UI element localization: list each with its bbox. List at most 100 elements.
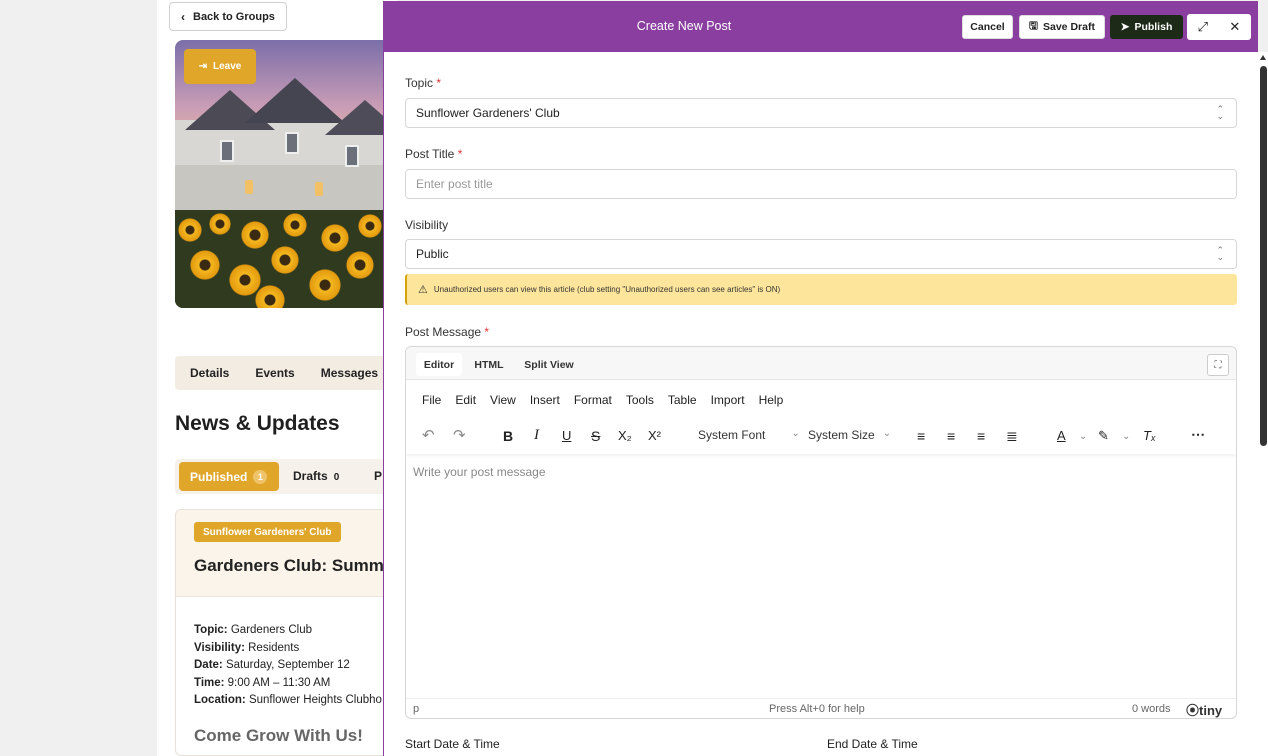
expand-icon[interactable]: ⤢	[1198, 19, 1208, 35]
scroll-up-arrow-icon[interactable]	[1260, 55, 1266, 60]
superscript-icon[interactable]: X²	[648, 428, 661, 443]
font-family-select[interactable]: System Font ⌄	[698, 428, 800, 442]
topic-field-label: Topic *	[405, 76, 441, 90]
visibility-select[interactable]: Public ⌃ ⌄	[405, 239, 1237, 269]
editor-content-area[interactable]: Write your post message	[413, 465, 546, 479]
window-shape	[285, 132, 299, 154]
visibility-label: Visibility	[405, 218, 449, 232]
sign-out-icon: ⇥	[198, 61, 208, 72]
required-asterisk: *	[436, 76, 442, 90]
tab-split-view[interactable]: Split View	[518, 353, 580, 376]
meta-topic-label: Topic:	[194, 624, 228, 636]
editor-toolbar: ↶ ↷ B I U S X₂ X² System Font ⌄ System Si…	[406, 418, 1236, 454]
window-shape	[220, 140, 234, 162]
window-shape	[345, 145, 359, 167]
text-color-icon[interactable]: A	[1057, 428, 1066, 443]
fullscreen-icon[interactable]: ⛶	[1207, 354, 1229, 376]
post-card-header: Sunflower Gardeners' Club Gardeners Club…	[176, 510, 389, 597]
save-draft-button[interactable]: 🖫 Save Draft	[1019, 15, 1105, 39]
lamp-glow	[245, 180, 253, 194]
topic-select[interactable]: Sunflower Gardeners' Club ⌃ ⌄	[405, 98, 1237, 128]
back-to-groups-button[interactable]: ‹ Back to Groups	[169, 2, 287, 31]
menu-table[interactable]: Table	[668, 393, 697, 407]
publish-button[interactable]: ➤ Publish	[1110, 15, 1183, 39]
tab-details[interactable]: Details	[190, 366, 229, 380]
underline-icon[interactable]: U	[562, 428, 571, 443]
menu-help[interactable]: Help	[759, 393, 784, 407]
scroll-thumb[interactable]	[1260, 66, 1267, 446]
leave-button[interactable]: ⇥ Leave	[184, 49, 256, 84]
close-icon[interactable]: ✕	[1229, 19, 1240, 35]
align-left-icon[interactable]: ≡	[917, 428, 925, 444]
leave-label: Leave	[213, 61, 242, 72]
required-asterisk: *	[484, 325, 490, 339]
modal-scrollbar[interactable]	[1258, 52, 1268, 756]
menu-view[interactable]: View	[490, 393, 516, 407]
clear-formatting-icon[interactable]: Tₓ	[1143, 428, 1156, 443]
align-justify-icon[interactable]: ≣	[1006, 428, 1018, 445]
menu-file[interactable]: File	[422, 393, 441, 407]
word-count[interactable]: 0 words	[1132, 703, 1171, 715]
chevron-down-icon: ⌄	[882, 428, 892, 439]
group-tabs: Details Events Messages	[175, 356, 390, 390]
menu-edit[interactable]: Edit	[455, 393, 476, 407]
meta-time-label: Time:	[194, 676, 225, 689]
align-right-icon[interactable]: ≡	[977, 428, 985, 444]
chevron-down-icon[interactable]: ⌄	[1122, 431, 1130, 442]
post-title-label: Post Title	[405, 147, 455, 161]
strikethrough-icon[interactable]: S	[591, 428, 600, 444]
font-size-select[interactable]: System Size ⌄	[808, 428, 891, 442]
news-heading: News & Updates	[175, 412, 340, 435]
meta-location-label: Location:	[194, 694, 246, 707]
bold-icon[interactable]: B	[503, 428, 513, 444]
start-date-label: Start Date & Time	[405, 737, 500, 751]
chevron-down-icon[interactable]: ⌄	[1079, 431, 1087, 442]
tab-html[interactable]: HTML	[468, 353, 510, 376]
tab-editor[interactable]: Editor	[416, 353, 462, 376]
rich-text-editor: Editor HTML Split View ⛶ File Edit View …	[405, 346, 1237, 719]
meta-visibility-value: Residents	[244, 641, 300, 654]
more-options-icon[interactable]: ⋯	[1191, 426, 1205, 443]
subscript-icon[interactable]: X₂	[618, 428, 632, 443]
post-message-label: Post Message	[405, 325, 482, 339]
tab-published[interactable]: Published 1	[179, 462, 279, 491]
modal-header: Create New Post Cancel 🖫 Save Draft ➤ Pu…	[384, 1, 1258, 52]
menu-tools[interactable]: Tools	[626, 393, 654, 407]
published-count-badge: 1	[253, 469, 268, 484]
editor-statusbar: p Press Alt+0 for help 0 words ⦿tiny	[406, 698, 1236, 718]
post-card[interactable]: Sunflower Gardeners' Club Gardeners Club…	[175, 509, 390, 756]
tiny-logo[interactable]: ⦿tiny	[1186, 700, 1223, 718]
menu-insert[interactable]: Insert	[530, 393, 560, 407]
meta-date-value: Saturday, September 12	[222, 659, 350, 672]
menu-format[interactable]: Format	[574, 393, 612, 407]
chevron-left-icon: ‹	[181, 9, 185, 24]
cancel-button[interactable]: Cancel	[962, 15, 1013, 39]
tab-messages[interactable]: Messages	[321, 366, 378, 380]
modal-title: Create New Post	[636, 19, 732, 33]
menu-import[interactable]: Import	[711, 393, 745, 407]
topic-value: Sunflower Gardeners' Club	[416, 106, 560, 120]
align-center-icon[interactable]: ≡	[947, 428, 955, 444]
published-label: Published	[190, 469, 248, 484]
tiny-brand-text: tiny	[1199, 703, 1223, 718]
end-date-label: End Date & Time	[827, 737, 918, 751]
chevron-down-icon: ⌄	[791, 428, 800, 439]
topic-label: Topic	[405, 76, 434, 90]
drafts-label: Drafts	[293, 469, 328, 483]
italic-icon[interactable]: I	[534, 427, 539, 444]
back-label: Back to Groups	[193, 10, 275, 23]
warning-text: Unauthorized users can view this article…	[433, 285, 781, 294]
club-badge: Sunflower Gardeners' Club	[194, 522, 341, 542]
tab-events[interactable]: Events	[255, 366, 294, 380]
tab-partial[interactable]: P	[374, 469, 382, 483]
drafts-count: 0	[333, 472, 340, 483]
undo-icon[interactable]: ↶	[422, 426, 435, 444]
window-controls: ⤢ ✕	[1187, 14, 1251, 40]
tab-drafts[interactable]: Drafts 0	[293, 469, 339, 483]
post-title-input[interactable]: Enter post title	[405, 169, 1237, 199]
meta-location-value: Sunflower Heights Clubho	[245, 694, 382, 707]
post-meta: Topic: Gardeners Club Visibility: Reside…	[194, 622, 382, 710]
post-card-title: Gardeners Club: Summ	[194, 556, 384, 575]
highlight-icon[interactable]: ✎	[1098, 428, 1109, 444]
redo-icon[interactable]: ↷	[453, 426, 466, 444]
